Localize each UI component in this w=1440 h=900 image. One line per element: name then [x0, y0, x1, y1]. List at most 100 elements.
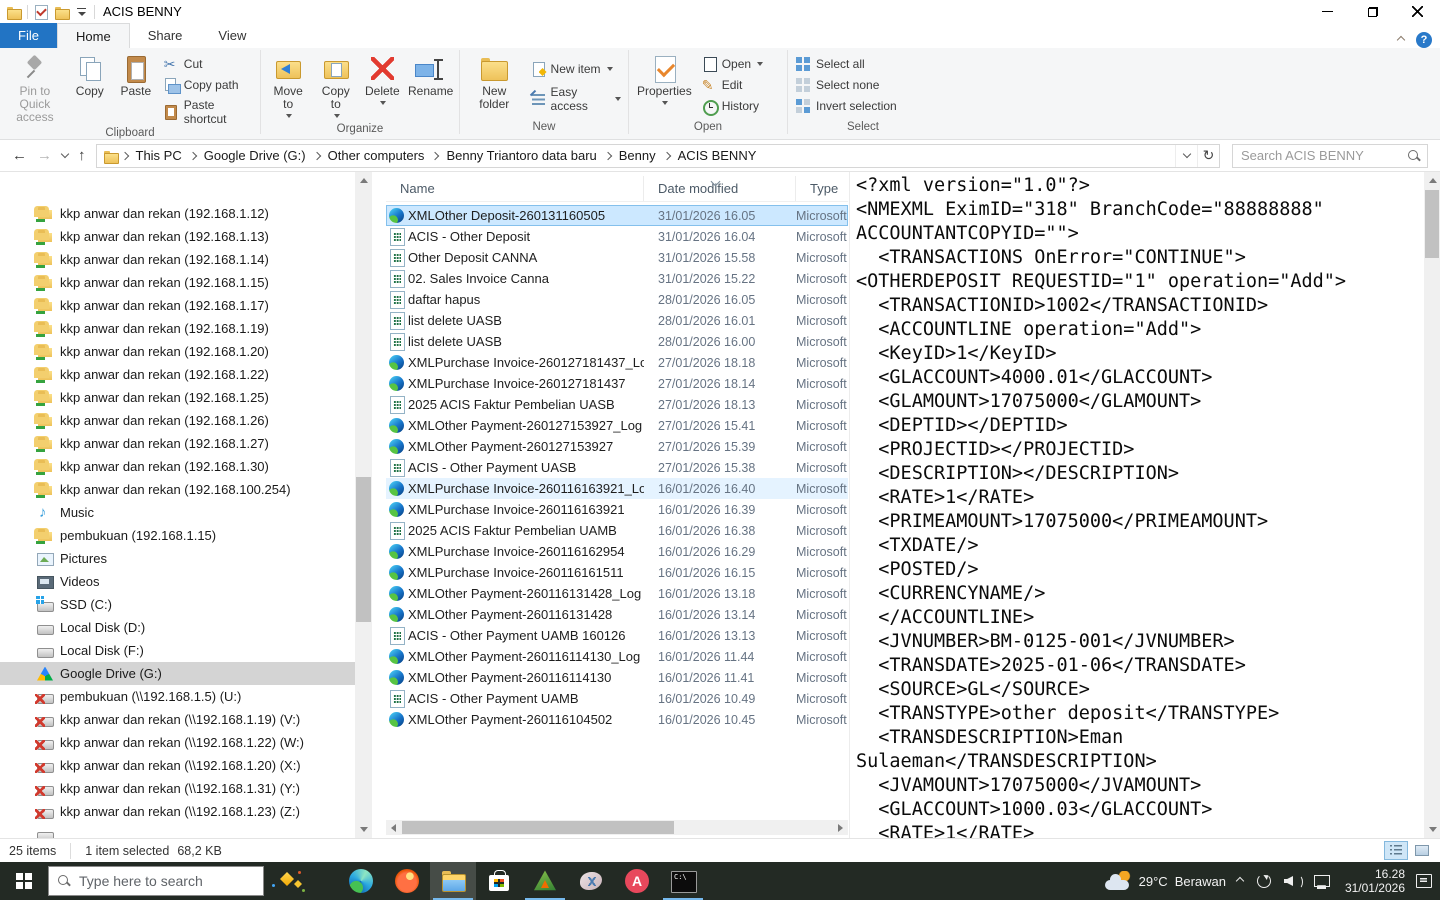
sidebar-scrollbar-thumb[interactable] [356, 477, 371, 622]
sidebar-item[interactable]: kkp anwar dan rekan (192.168.1.27) [0, 432, 355, 455]
volume-icon[interactable] [1283, 871, 1303, 891]
restore-button[interactable] [1350, 0, 1395, 23]
taskbar-app-button[interactable] [476, 862, 522, 900]
file-row[interactable]: XMLOther Payment-260116104502 16/01/2026… [386, 709, 848, 730]
file-row[interactable]: ACIS - Other Payment UAMB 16/01/2026 10.… [386, 688, 848, 709]
taskbar-app-button[interactable]: A [614, 862, 660, 900]
properties-button[interactable]: Properties [633, 52, 696, 110]
edit-button[interactable]: Edit [698, 76, 766, 94]
sidebar-item[interactable]: Pictures [0, 547, 355, 570]
file-row[interactable]: XMLOther Payment-260127153927 27/01/2026… [386, 436, 848, 457]
cut-button[interactable]: Cut [160, 55, 256, 73]
new-folder-button[interactable]: New folder [464, 52, 525, 113]
pin-to-quick-access-button[interactable]: Pin to Quick access [4, 52, 66, 126]
copy-to-button[interactable]: Copy to [313, 52, 358, 123]
move-to-button[interactable]: Move to [265, 52, 311, 123]
preview-scrollbar[interactable] [1424, 172, 1440, 838]
sidebar-item[interactable]: Google Drive (G:) [0, 662, 355, 685]
collapse-ribbon-icon[interactable] [1397, 36, 1405, 44]
file-row[interactable]: XMLPurchase Invoice-260116163921_Log 16/… [386, 478, 848, 499]
back-button[interactable]: ← [12, 147, 27, 164]
column-header-type[interactable]: Type [796, 176, 848, 201]
sidebar-item[interactable]: Local Disk (D:) [0, 616, 355, 639]
scroll-up-icon[interactable] [355, 172, 372, 189]
sidebar-item[interactable]: kkp anwar dan rekan (192.168.1.22) [0, 363, 355, 386]
file-row[interactable]: daftar hapus 28/01/2026 16.05 Microsoft [386, 289, 848, 310]
file-row[interactable]: XMLOther Payment-260127153927_Log 27/01/… [386, 415, 848, 436]
select-none-button[interactable]: Select none [792, 76, 900, 94]
taskbar-app-button[interactable]: C:\ [660, 862, 706, 900]
recent-locations-icon[interactable] [61, 150, 69, 158]
file-row[interactable]: list delete UASB 28/01/2026 16.01 Micros… [386, 310, 848, 331]
open-button[interactable]: Open [698, 55, 766, 73]
file-list-horizontal-scrollbar[interactable] [386, 820, 848, 835]
file-row[interactable]: XMLPurchase Invoice-260127181437 27/01/2… [386, 373, 848, 394]
tab-file[interactable]: File [0, 23, 57, 48]
sidebar-item[interactable]: kkp anwar dan rekan (192.168.1.19) [0, 317, 355, 340]
sidebar-item[interactable]: kkp anwar dan rekan (\\192.168.1.22) (W:… [0, 731, 355, 754]
copy-path-button[interactable]: Copy path [160, 76, 256, 94]
network-icon[interactable] [1312, 871, 1332, 891]
scroll-left-icon[interactable] [386, 820, 401, 835]
address-bar[interactable]: This PC Google Drive (G:) Other computer… [96, 144, 1221, 168]
sidebar-item[interactable]: Music [0, 501, 355, 524]
scroll-down-icon[interactable] [355, 821, 372, 838]
taskbar-app-button[interactable] [522, 862, 568, 900]
taskbar-app-button[interactable] [338, 862, 384, 900]
sidebar-item[interactable]: pembukuan (\\192.168.1.5) (U:) [0, 685, 355, 708]
select-all-button[interactable]: Select all [792, 55, 900, 73]
file-row[interactable]: 2025 ACIS Faktur Pembelian UASB 27/01/20… [386, 394, 848, 415]
minimize-button[interactable] [1305, 0, 1350, 23]
file-row[interactable]: XMLOther Payment-260116131428 16/01/2026… [386, 604, 848, 625]
address-dropdown-button[interactable] [1175, 145, 1197, 167]
sidebar-item[interactable]: kkp anwar dan rekan (192.168.1.20) [0, 340, 355, 363]
taskbar-search-input[interactable]: Type here to search [48, 866, 264, 896]
sidebar-item[interactable]: kkp anwar dan rekan (\\192.168.1.31) (Y:… [0, 777, 355, 800]
ribbon-tab[interactable]: View [200, 23, 264, 48]
sidebar-item[interactable]: kkp anwar dan rekan (192.168.1.13) [0, 225, 355, 248]
sidebar-item[interactable]: kkp anwar dan rekan (192.168.1.15) [0, 271, 355, 294]
copy-button[interactable]: Copy [68, 52, 112, 100]
breadcrumb-segment[interactable]: This PC [129, 148, 189, 163]
sidebar-item[interactable]: kkp anwar dan rekan (192.168.1.30) [0, 455, 355, 478]
refresh-button[interactable]: ↻ [1197, 145, 1219, 167]
qat-properties-icon[interactable] [33, 4, 49, 20]
file-row[interactable]: XMLPurchase Invoice-260116163921 16/01/2… [386, 499, 848, 520]
sidebar-item[interactable]: SSD (C:) [0, 593, 355, 616]
sidebar-item[interactable]: pembukuan (192.168.1.15) [0, 524, 355, 547]
help-icon[interactable]: ? [1416, 32, 1432, 48]
file-row[interactable]: XMLPurchase Invoice-260116161511 16/01/2… [386, 562, 848, 583]
ribbon-tab[interactable]: Share [130, 23, 201, 48]
horizontal-scrollbar-thumb[interactable] [402, 821, 674, 834]
column-header-name[interactable]: Name [386, 176, 644, 201]
file-row[interactable]: list delete UASB 28/01/2026 16.00 Micros… [386, 331, 848, 352]
sidebar-item[interactable]: kkp anwar dan rekan (192.168.1.26) [0, 409, 355, 432]
sidebar-item[interactable]: kkp anwar dan rekan (192.168.100.254) [0, 478, 355, 501]
sync-tray-icon[interactable] [1254, 871, 1274, 891]
paste-button[interactable]: Paste [114, 52, 158, 100]
file-row[interactable]: ACIS - Other Deposit 31/01/2026 16.04 Mi… [386, 226, 848, 247]
rename-button[interactable]: Rename [406, 52, 455, 100]
sidebar-item[interactable]: Videos [0, 570, 355, 593]
details-view-toggle[interactable] [1384, 841, 1408, 860]
qat-new-folder-icon[interactable] [54, 4, 70, 20]
invert-selection-button[interactable]: Invert selection [792, 97, 900, 115]
paste-shortcut-button[interactable]: Paste shortcut [160, 97, 256, 127]
sidebar-scrollbar[interactable] [355, 172, 372, 838]
preview-scrollbar-thumb[interactable] [1425, 190, 1439, 258]
forward-button[interactable]: → [37, 147, 52, 164]
thumbnail-view-toggle[interactable] [1410, 841, 1434, 860]
breadcrumb-segment[interactable]: Other computers [321, 148, 432, 163]
start-button[interactable] [0, 862, 48, 900]
easy-access-button[interactable]: Easy access [527, 84, 624, 114]
close-button[interactable] [1395, 0, 1440, 23]
sidebar-item[interactable]: kkp anwar dan rekan (192.168.1.14) [0, 248, 355, 271]
breadcrumb-segment[interactable]: Benny Triantoro data baru [439, 148, 603, 163]
file-row[interactable]: XMLOther Payment-260116114130 16/01/2026… [386, 667, 848, 688]
sidebar-item[interactable]: kkp anwar dan rekan (192.168.1.25) [0, 386, 355, 409]
file-row[interactable]: Other Deposit CANNA 31/01/2026 15.58 Mic… [386, 247, 848, 268]
delete-button[interactable]: Delete [360, 52, 404, 110]
scroll-down-icon[interactable] [1424, 821, 1440, 838]
file-row[interactable]: XMLOther Deposit-260131160505 31/01/2026… [386, 205, 848, 226]
qat-customize-icon[interactable] [75, 4, 89, 20]
